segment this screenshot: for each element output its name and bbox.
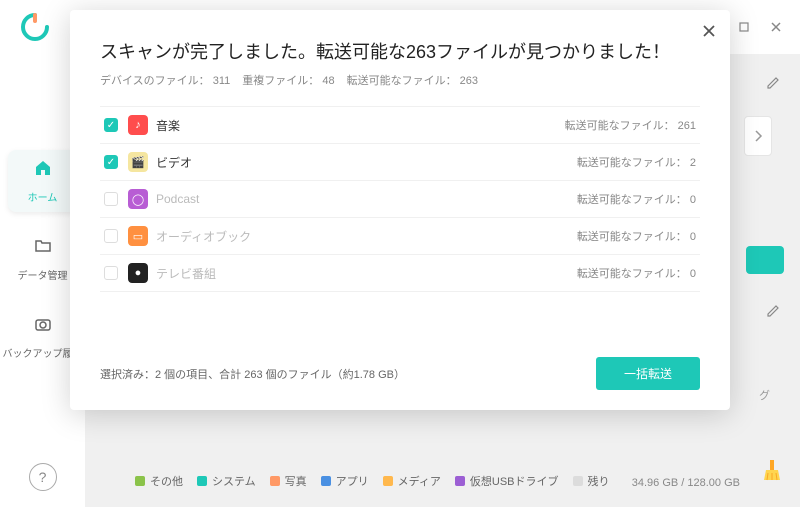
- transfer-button[interactable]: 一括転送: [596, 357, 700, 390]
- category-count: 転送可能なファイル： 0: [577, 265, 696, 281]
- checkbox[interactable]: ✓: [104, 155, 118, 169]
- category-count: 転送可能なファイル： 261: [565, 117, 696, 133]
- modal-close-button[interactable]: [702, 22, 716, 43]
- selection-summary: 選択済み：2 個の項目、合計 263 個のファイル（約1.78 GB）: [100, 366, 405, 382]
- category-row[interactable]: ▭ オーディオブック 転送可能なファイル： 0: [100, 218, 700, 255]
- category-count: 転送可能なファイル： 0: [577, 228, 696, 244]
- category-label: オーディオブック: [156, 228, 577, 245]
- category-row[interactable]: ◯ Podcast 転送可能なファイル： 0: [100, 181, 700, 218]
- category-label: Podcast: [156, 192, 577, 206]
- category-list: ✓ ♪ 音楽 転送可能なファイル： 261 ✓ 🎬 ビデオ 転送可能なファイル：…: [100, 106, 700, 347]
- category-count: 転送可能なファイル： 0: [577, 191, 696, 207]
- category-row[interactable]: ✓ ♪ 音楽 転送可能なファイル： 261: [100, 106, 700, 144]
- checkbox[interactable]: [104, 229, 118, 243]
- category-row[interactable]: ✓ 🎬 ビデオ 転送可能なファイル： 2: [100, 144, 700, 181]
- category-icon: ●: [128, 263, 148, 283]
- checkbox[interactable]: [104, 192, 118, 206]
- modal-overlay: スキャンが完了しました。転送可能な263ファイルが見つかりました！ デバイスのフ…: [0, 0, 800, 507]
- category-row[interactable]: ● テレビ番組 転送可能なファイル： 0: [100, 255, 700, 292]
- category-label: テレビ番組: [156, 265, 577, 282]
- scan-result-modal: スキャンが完了しました。転送可能な263ファイルが見つかりました！ デバイスのフ…: [70, 10, 730, 410]
- category-label: ビデオ: [156, 154, 577, 171]
- category-icon: ▭: [128, 226, 148, 246]
- modal-subtitle: デバイスのファイル： 311 重複ファイル： 48 転送可能なファイル： 263: [100, 72, 700, 88]
- checkbox[interactable]: ✓: [104, 118, 118, 132]
- category-count: 転送可能なファイル： 2: [577, 154, 696, 170]
- category-label: 音楽: [156, 117, 565, 134]
- category-icon: ♪: [128, 115, 148, 135]
- checkbox[interactable]: [104, 266, 118, 280]
- category-icon: 🎬: [128, 152, 148, 172]
- modal-title: スキャンが完了しました。転送可能な263ファイルが見つかりました！: [100, 38, 700, 64]
- category-icon: ◯: [128, 189, 148, 209]
